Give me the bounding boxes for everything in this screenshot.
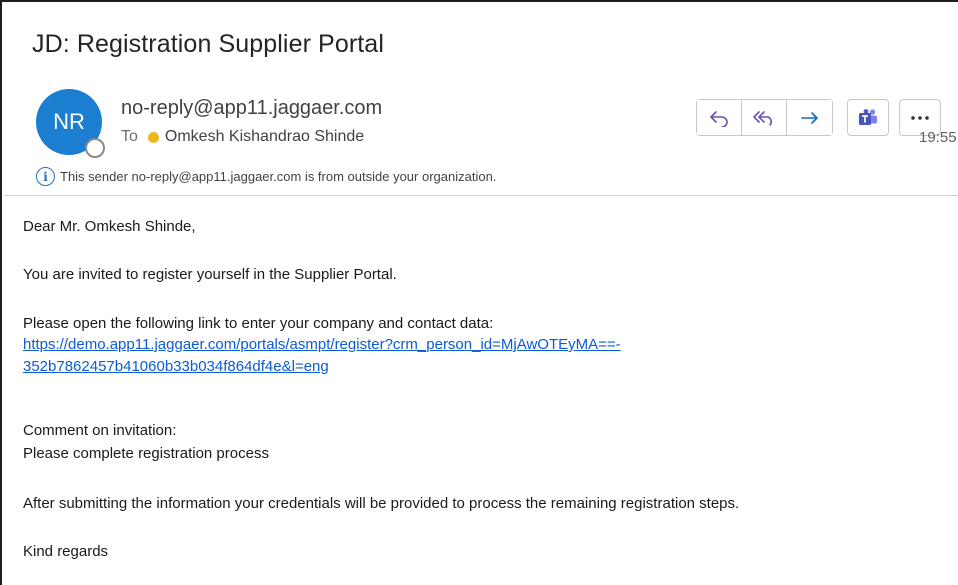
greeting-text: Dear Mr. Omkesh Shinde, [23,218,196,235]
recipient-name[interactable]: Omkesh Kishandrao Shinde [165,128,364,146]
teams-icon [859,108,877,125]
external-sender-notice: i This sender no-reply@app11.jaggaer.com… [36,167,496,186]
comment-label: Comment on invitation: [23,422,177,439]
email-subject: JD: Registration Supplier Portal [32,30,384,58]
reply-icon [710,110,728,127]
sender-address[interactable]: no-reply@app11.jaggaer.com [121,97,382,120]
closing-text: Kind regards [23,543,109,560]
forward-button[interactable] [787,100,832,135]
external-sender-text: This sender no-reply@app11.jaggaer.com i… [60,169,497,184]
recipient-line: To Omkesh Kishandrao Shinde [121,128,364,146]
after-submit-text: After submitting the information your cr… [23,495,740,512]
reply-all-button[interactable] [742,100,787,135]
invite-text: You are invited to register yourself in … [23,266,397,283]
reply-button[interactable] [697,100,742,135]
received-time: 19:55 [919,129,957,146]
recipient-presence-icon [147,131,159,143]
info-icon: i [36,167,55,186]
forward-icon [800,111,818,124]
registration-link-line-2[interactable]: 352b7862457b41060b33b034f864df4e&l=eng [23,358,329,375]
presence-status-icon [85,138,105,158]
reply-all-icon [753,110,773,126]
avatar-initials: NR [53,109,85,134]
header-divider [4,195,958,196]
more-icon [911,115,929,120]
email-reading-pane: JD: Registration Supplier Portal NR no-r… [0,0,958,585]
comment-text: Please complete registration process [23,445,269,462]
message-actions [696,99,941,136]
to-label: To [121,128,138,145]
instruction-text: Please open the following link to enter … [23,315,494,332]
reply-button-group [696,99,833,136]
teams-button[interactable] [847,99,889,136]
registration-link-line-1[interactable]: https://demo.app11.jaggaer.com/portals/a… [23,336,621,353]
